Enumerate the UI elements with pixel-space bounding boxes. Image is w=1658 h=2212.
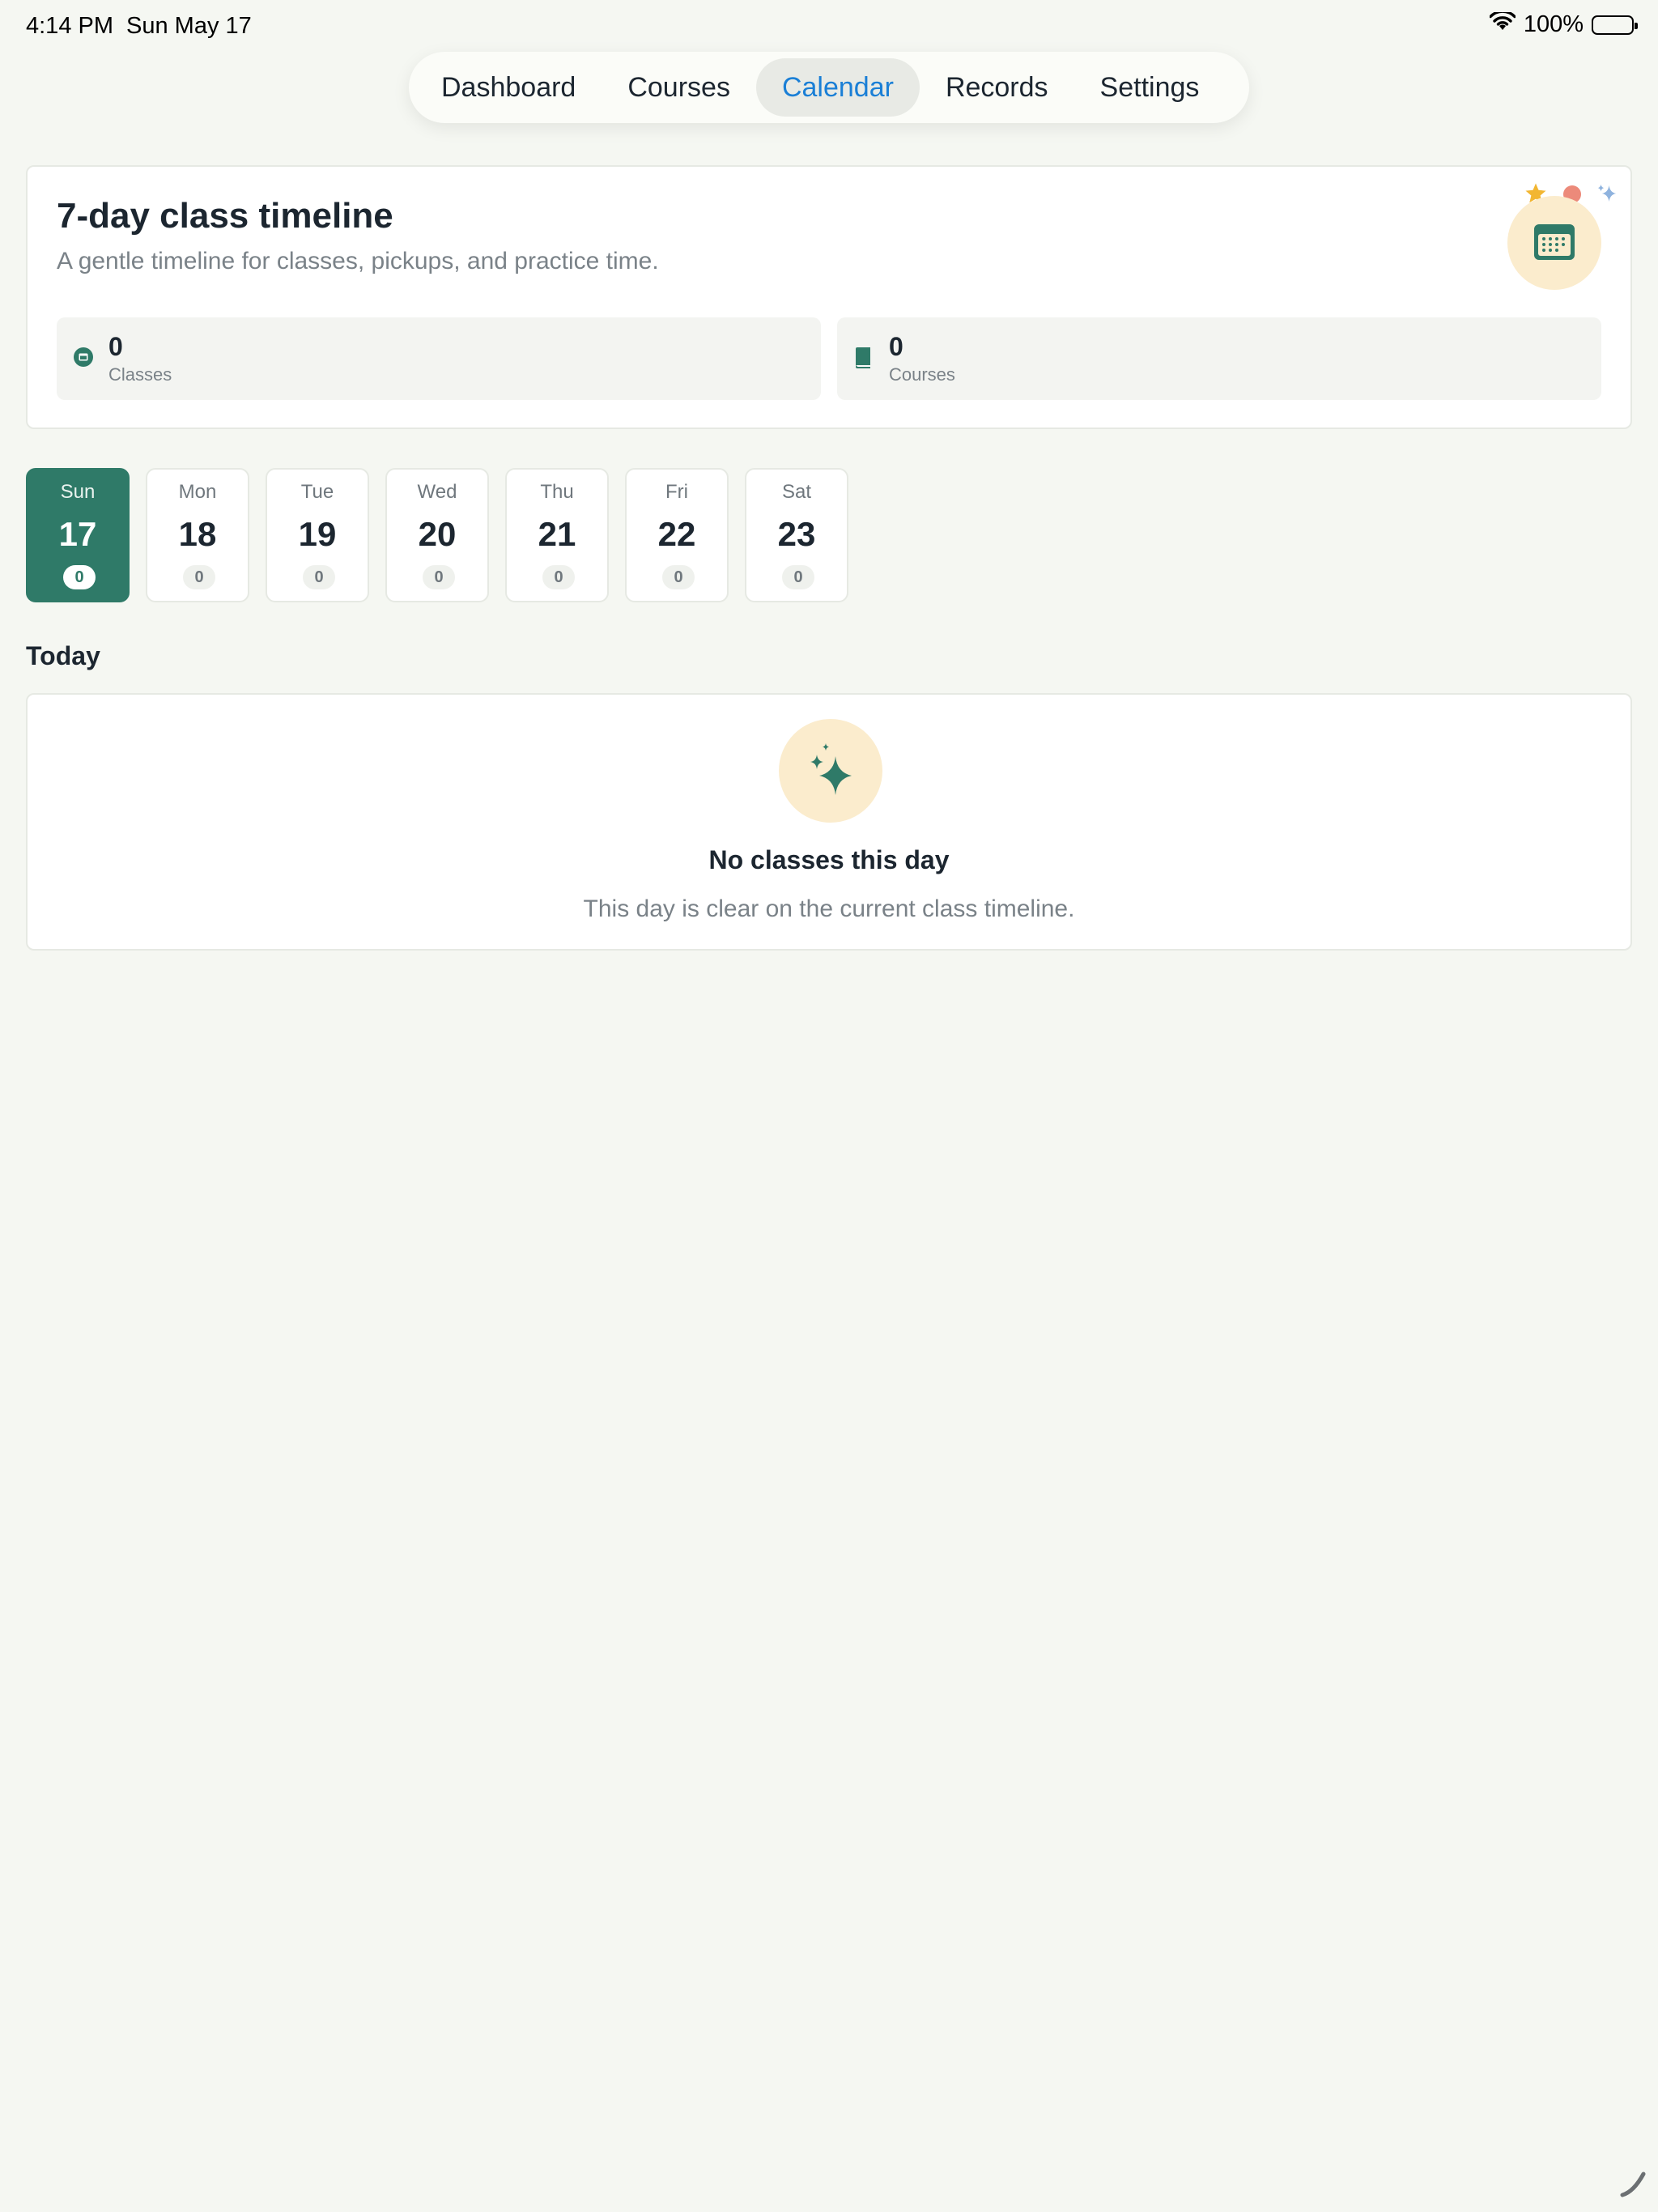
day-number: 20 <box>418 515 457 553</box>
day-number: 21 <box>538 515 576 553</box>
day-name: Fri <box>665 481 688 503</box>
day-name: Wed <box>417 481 457 503</box>
calendar-icon <box>73 347 94 372</box>
day-number: 22 <box>657 515 696 553</box>
stat-classes: 0 Classes <box>57 317 821 400</box>
book-icon <box>853 347 873 373</box>
courses-label: Courses <box>889 364 955 385</box>
empty-state-subtitle: This day is clear on the current class t… <box>583 895 1075 922</box>
day-name: Mon <box>178 481 217 503</box>
wifi-icon <box>1489 10 1516 38</box>
day-class-count: 0 <box>782 565 814 589</box>
pencil-hover-icon <box>1618 2167 1650 2204</box>
battery-percent: 100% <box>1523 11 1584 37</box>
day-class-count: 0 <box>63 565 96 589</box>
day-number: 23 <box>777 515 816 553</box>
day-class-count: 0 <box>423 565 455 589</box>
calendar-icon <box>1533 221 1576 266</box>
classes-count: 0 <box>108 332 123 361</box>
day-class-count: 0 <box>183 565 215 589</box>
day-class-count: 0 <box>542 565 575 589</box>
classes-label: Classes <box>108 364 172 385</box>
day-name: Thu <box>540 481 574 503</box>
day-sun[interactable]: Sun 17 0 <box>26 468 130 602</box>
empty-state-card: No classes this day This day is clear on… <box>26 693 1632 951</box>
page-title: 7-day class timeline <box>57 196 393 236</box>
day-name: Tue <box>300 481 334 503</box>
week-day-selector: Sun 17 0 Mon 18 0 Tue 19 0 Wed 20 0 Thu … <box>26 468 848 602</box>
day-mon[interactable]: Mon 18 0 <box>146 468 249 602</box>
status-time: 4:14 PM <box>26 13 113 39</box>
section-title-today: Today <box>26 641 100 670</box>
day-name: Sat <box>781 481 812 503</box>
day-number: 17 <box>58 515 97 553</box>
empty-state-badge <box>779 719 882 823</box>
empty-state-title: No classes this day <box>708 845 950 874</box>
day-wed[interactable]: Wed 20 0 <box>385 468 489 602</box>
day-class-count: 0 <box>303 565 335 589</box>
tab-courses[interactable]: Courses <box>602 58 756 117</box>
small-sparkle-icon <box>1595 181 1619 210</box>
day-tue[interactable]: Tue 19 0 <box>266 468 369 602</box>
day-number: 18 <box>178 515 217 553</box>
stat-courses: 0 Courses <box>837 317 1601 400</box>
status-date: Sun May 17 <box>126 13 252 39</box>
day-number: 19 <box>298 515 337 553</box>
battery-icon <box>1592 15 1638 35</box>
page-subtitle: A gentle timeline for classes, pickups, … <box>57 248 659 274</box>
day-fri[interactable]: Fri 22 0 <box>625 468 729 602</box>
tab-settings[interactable]: Settings <box>1074 58 1226 117</box>
tab-dashboard[interactable]: Dashboard <box>415 58 602 117</box>
day-sat[interactable]: Sat 23 0 <box>745 468 848 602</box>
day-thu[interactable]: Thu 21 0 <box>505 468 609 602</box>
day-class-count: 0 <box>662 565 695 589</box>
courses-count: 0 <box>889 332 903 361</box>
tab-records[interactable]: Records <box>920 58 1074 117</box>
timeline-summary-card: 7-day class timeline A gentle timeline f… <box>26 165 1632 429</box>
tab-calendar[interactable]: Calendar <box>755 58 920 117</box>
status-bar: 4:14 PM Sun May 17 100% <box>0 0 1658 52</box>
sparkles-icon <box>806 742 855 801</box>
status-indicators: 100% <box>1489 10 1638 38</box>
day-name: Sun <box>60 481 96 503</box>
calendar-badge <box>1507 196 1601 290</box>
tab-bar: Dashboard Courses Calendar Records Setti… <box>409 52 1249 123</box>
